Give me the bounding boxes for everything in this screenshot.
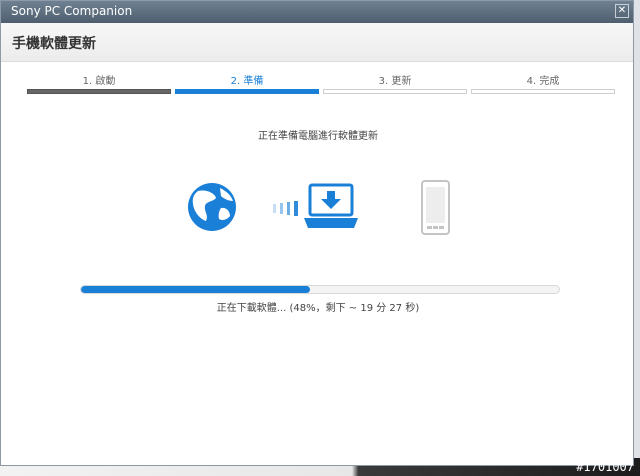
step-2-bar	[175, 89, 319, 94]
close-icon: ✕	[617, 5, 627, 16]
window-title: Sony PC Companion	[11, 4, 133, 18]
close-button[interactable]: ✕	[615, 4, 629, 18]
step-4-bar	[471, 89, 615, 94]
step-1: 1. 啟動	[27, 71, 171, 101]
transfer-illustration	[188, 180, 450, 235]
step-2-label: 2. 準備	[230, 76, 264, 87]
step-1-bar	[27, 89, 171, 94]
preparing-status: 正在準備電腦進行軟體更新	[258, 131, 378, 142]
step-1-label: 1. 啟動	[82, 76, 116, 87]
transfer-dots-icon	[273, 201, 298, 216]
title-bar: Sony PC Companion ✕	[1, 1, 633, 23]
step-indicator: 1. 啟動 2. 準備 3. 更新 4. 完成	[27, 71, 615, 101]
step-3: 3. 更新	[323, 71, 467, 101]
step-3-bar	[323, 89, 467, 94]
page-title: 手機軟體更新	[12, 36, 96, 52]
page-header: 手機軟體更新	[1, 23, 633, 62]
download-progress-fill	[81, 286, 311, 293]
watermark: #1701007	[576, 460, 634, 474]
globe-icon	[188, 183, 236, 231]
download-progress-bar	[80, 285, 560, 294]
step-4: 4. 完成	[471, 71, 615, 101]
phone-icon	[421, 180, 450, 235]
step-2: 2. 準備	[175, 71, 319, 101]
app-window: Sony PC Companion ✕ 手機軟體更新 1. 啟動 2. 準備 3…	[0, 0, 634, 466]
download-status: 正在下載軟體... (48%，剩下 ~ 19 分 27 秒)	[216, 303, 420, 314]
step-4-label: 4. 完成	[526, 76, 560, 87]
step-3-label: 3. 更新	[378, 76, 412, 87]
laptop-download-icon	[304, 183, 358, 228]
